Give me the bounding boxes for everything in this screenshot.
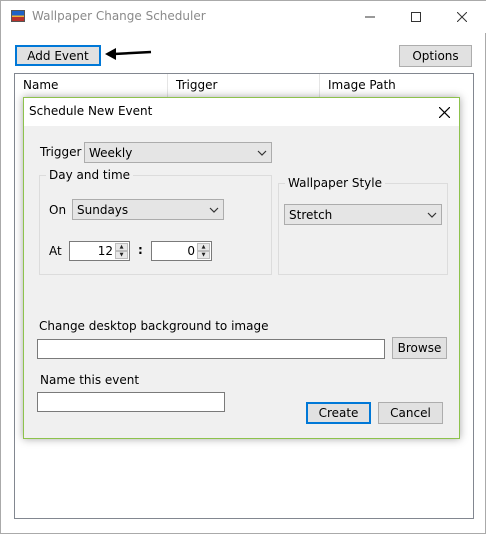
chevron-down-icon [205, 207, 223, 213]
on-day-select[interactable]: Sundays [72, 199, 224, 220]
column-header-name[interactable]: Name [15, 74, 168, 97]
image-path-label: Change desktop background to image [39, 319, 269, 333]
cancel-button[interactable]: Cancel [378, 402, 443, 424]
add-event-button[interactable]: Add Event [15, 45, 101, 66]
wallpaper-style-group-label: Wallpaper Style [285, 176, 385, 190]
spin-up-icon[interactable]: ▲ [197, 243, 210, 251]
spin-down-icon[interactable]: ▼ [115, 251, 128, 259]
column-header-image-path[interactable]: Image Path [320, 74, 473, 97]
dialog-title: Schedule New Event [29, 104, 153, 118]
close-button[interactable] [439, 1, 485, 32]
trigger-select[interactable]: Weekly [84, 142, 272, 163]
browse-button[interactable]: Browse [392, 337, 447, 359]
on-label: On [49, 203, 67, 217]
hour-spinner[interactable]: 12 ▲ ▼ [69, 241, 130, 261]
chevron-down-icon [253, 150, 271, 156]
minimize-button[interactable] [347, 1, 393, 32]
column-header-trigger[interactable]: Trigger [168, 74, 320, 97]
title-bar: Wallpaper Change Scheduler [1, 1, 486, 33]
close-icon [457, 11, 467, 22]
dialog-close-button[interactable] [429, 98, 459, 126]
minute-spinner[interactable]: 0 ▲ ▼ [151, 241, 212, 261]
time-separator: : [138, 243, 143, 257]
close-icon [438, 106, 450, 118]
wallpaper-style-select[interactable]: Stretch [284, 204, 442, 225]
day-time-group-label: Day and time [46, 168, 134, 182]
schedule-dialog: Schedule New Event Trigger Weekly Day an… [23, 97, 460, 439]
spin-up-icon[interactable]: ▲ [115, 243, 128, 251]
trigger-value: Weekly [89, 145, 133, 160]
on-day-value: Sundays [77, 202, 129, 217]
event-name-label: Name this event [40, 373, 140, 387]
image-path-input[interactable] [37, 339, 385, 359]
minute-value: 0 [187, 244, 195, 258]
options-button[interactable]: Options [399, 45, 472, 67]
wallpaper-style-group [278, 183, 448, 275]
create-button[interactable]: Create [306, 402, 371, 424]
dialog-title-bar: Schedule New Event [24, 98, 459, 126]
spin-down-icon[interactable]: ▼ [197, 251, 210, 259]
chevron-down-icon [423, 212, 441, 218]
maximize-button[interactable] [393, 1, 439, 32]
maximize-icon [411, 11, 421, 22]
window-title: Wallpaper Change Scheduler [32, 9, 206, 23]
app-icon [11, 10, 25, 22]
at-label: At [49, 244, 62, 258]
hour-value: 12 [97, 244, 113, 258]
arrow-annotation-icon [105, 48, 152, 60]
trigger-label: Trigger [40, 145, 82, 159]
event-name-input[interactable] [37, 392, 225, 412]
minimize-icon [365, 16, 375, 17]
wallpaper-style-value: Stretch [289, 207, 333, 222]
